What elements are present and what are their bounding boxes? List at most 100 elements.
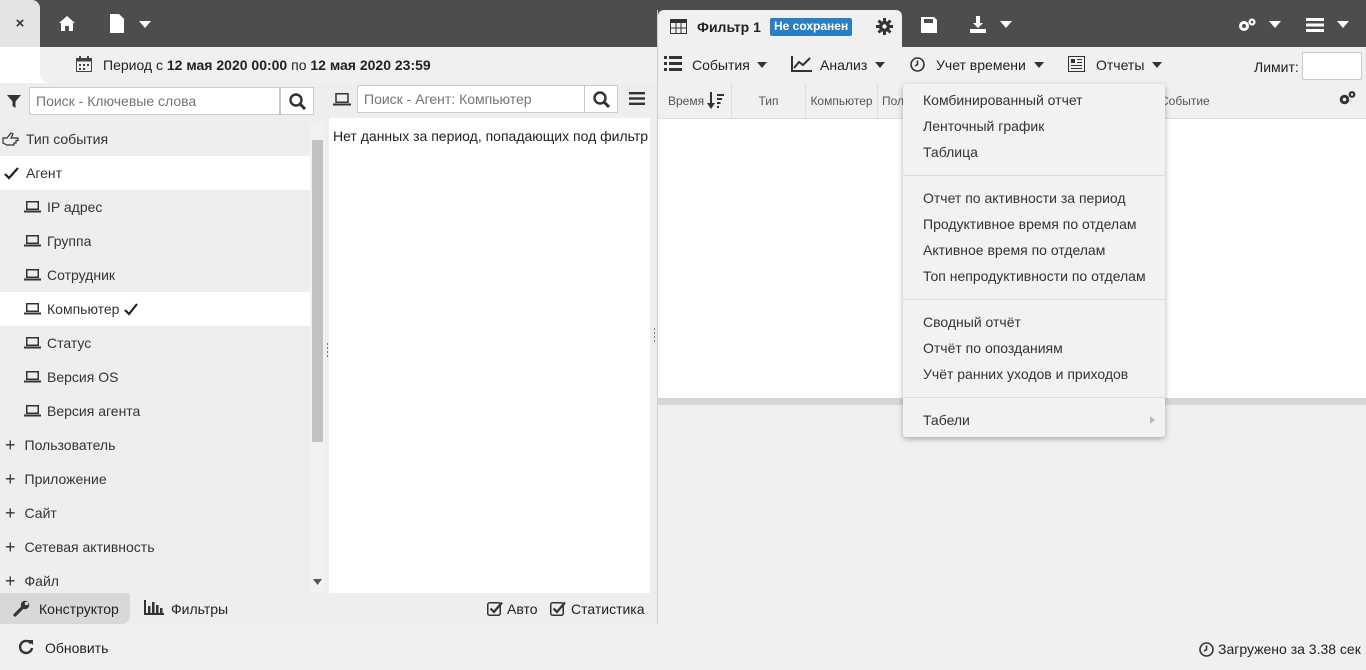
tree-item-event-type[interactable]: Тип события	[0, 122, 310, 156]
save-icon[interactable]	[921, 17, 937, 33]
laptop-icon	[24, 371, 41, 383]
tree-item-label: Сайт	[24, 505, 57, 521]
chevron-down-icon[interactable]	[875, 62, 885, 68]
tree-item-employee[interactable]: Сотрудник	[0, 258, 310, 292]
download-icon[interactable]	[969, 16, 987, 33]
filter-tree: Тип события Агент IP адрес Группа Сотруд…	[0, 122, 310, 592]
checkmark-icon	[4, 166, 19, 180]
refresh-icon[interactable]	[18, 639, 34, 655]
column-computer[interactable]: Компьютер	[806, 83, 878, 119]
tree-item-label: Статус	[47, 335, 92, 351]
menu-item-activity-report[interactable]: Отчет по активности за период	[923, 190, 1126, 206]
period-middle: по	[287, 57, 311, 73]
period-from: 12 мая 2020 00:00	[166, 57, 288, 73]
menu-item-combined-report[interactable]: Комбинированный отчет	[923, 92, 1083, 108]
tree-item-site[interactable]: + Сайт	[0, 496, 310, 530]
plus-icon: +	[5, 571, 16, 591]
tab-constructor[interactable]: Конструктор	[0, 593, 130, 624]
chevron-down-icon[interactable]	[757, 62, 767, 68]
auto-checkbox-icon[interactable]	[487, 601, 503, 616]
agent-search-button[interactable]	[584, 85, 618, 113]
menu-item-ribbon-chart[interactable]: Ленточный график	[923, 118, 1044, 134]
menu-item-summary-report[interactable]: Сводный отчёт	[923, 314, 1021, 330]
menu-divider	[903, 299, 1165, 300]
search-icon	[288, 92, 306, 110]
menu-item-early-leave[interactable]: Учёт ранних уходов и приходов	[923, 366, 1128, 382]
statistics-checkbox-label[interactable]: Статистика	[571, 601, 645, 617]
chevron-down-icon[interactable]	[1152, 62, 1162, 68]
settings-gears-icon[interactable]	[1237, 17, 1257, 33]
tree-scrollbar-thumb[interactable]	[312, 140, 323, 442]
laptop-icon	[24, 201, 41, 213]
details-panel	[658, 405, 1366, 624]
tree-item-group[interactable]: Группа	[0, 224, 310, 258]
tree-item-application[interactable]: + Приложение	[0, 462, 310, 496]
gear-icon[interactable]	[876, 18, 893, 35]
tab-filters[interactable]: Фильтры	[171, 601, 228, 617]
close-tab-button[interactable]: ×	[0, 0, 40, 47]
tree-item-user[interactable]: + Пользователь	[0, 428, 310, 462]
menu-item-table[interactable]: Таблица	[923, 144, 978, 160]
plus-icon: +	[5, 503, 16, 523]
events-menu-label[interactable]: События	[692, 57, 750, 73]
column-type[interactable]: Тип	[732, 83, 806, 119]
chevron-down-icon[interactable]	[139, 21, 151, 28]
tree-item-label: Сетевая активность	[24, 539, 155, 555]
keyword-search-input[interactable]	[29, 87, 280, 115]
agent-values-panel	[329, 118, 650, 593]
calendar-icon[interactable]	[76, 56, 92, 72]
limit-label: Лимит:	[1254, 59, 1299, 75]
chevron-down-icon[interactable]	[1000, 21, 1012, 28]
scroll-down-arrow-icon[interactable]	[313, 579, 322, 585]
menu-item-timesheets[interactable]: Табели	[923, 412, 970, 428]
splitter-handle-icon[interactable]	[653, 328, 656, 342]
tree-item-os-version[interactable]: Версия OS	[0, 360, 310, 394]
menu-item-productive-time[interactable]: Продуктивное время по отделам	[923, 216, 1137, 232]
load-time-status: Загружено за 3.38 сек	[1218, 641, 1361, 657]
new-file-icon[interactable]	[110, 14, 124, 33]
tree-item-label: Пользователь	[24, 437, 116, 453]
tree-item-computer[interactable]: Компьютер	[0, 292, 310, 326]
menu-divider	[903, 397, 1165, 398]
tree-item-file[interactable]: + Файл	[0, 564, 310, 592]
menu-item-active-time[interactable]: Активное время по отделам	[923, 242, 1105, 258]
column-time[interactable]: Время	[658, 83, 732, 119]
reports-dropdown-menu: Комбинированный отчет Ленточный график Т…	[903, 84, 1165, 437]
clock-icon	[910, 57, 925, 72]
refresh-button[interactable]: Обновить	[45, 640, 108, 656]
laptop-icon	[24, 337, 41, 349]
reports-menu-label[interactable]: Отчеты	[1096, 57, 1144, 73]
chevron-down-icon[interactable]	[1337, 21, 1349, 28]
tree-item-status[interactable]: Статус	[0, 326, 310, 360]
laptop-icon	[24, 235, 41, 247]
agent-search-input[interactable]	[357, 85, 585, 113]
tree-item-network-activity[interactable]: + Сетевая активность	[0, 530, 310, 564]
home-icon[interactable]	[58, 15, 76, 32]
column-event[interactable]: Событие	[1160, 83, 1220, 119]
tree-item-label: Компьютер	[47, 301, 120, 317]
limit-input[interactable]	[1302, 52, 1362, 80]
sort-desc-icon[interactable]	[707, 92, 725, 110]
submenu-arrow-icon	[1150, 416, 1155, 424]
hamburger-menu-icon[interactable]	[1306, 18, 1324, 32]
period-text[interactable]: Период с 12 мая 2020 00:00 по 12 мая 202…	[103, 57, 431, 73]
tree-item-ip-address[interactable]: IP адрес	[0, 190, 310, 224]
time-tracking-menu-label[interactable]: Учет времени	[936, 57, 1026, 73]
chevron-down-icon[interactable]	[1269, 21, 1281, 28]
statistics-checkbox-icon[interactable]	[550, 601, 566, 616]
tree-item-label: Группа	[47, 233, 92, 249]
tree-item-agent-version[interactable]: Версия агента	[0, 394, 310, 428]
auto-checkbox-label[interactable]: Авто	[507, 601, 538, 617]
tree-item-agent[interactable]: Агент	[0, 156, 310, 190]
menu-item-top-unproductive[interactable]: Топ непродуктивности по отделам	[923, 268, 1146, 284]
close-icon: ×	[15, 15, 25, 32]
analysis-menu-label[interactable]: Анализ	[820, 57, 867, 73]
chevron-down-icon[interactable]	[1034, 62, 1044, 68]
column-settings-gears-icon[interactable]	[1338, 90, 1357, 106]
keyword-search-button[interactable]	[280, 87, 314, 115]
tree-item-label: Версия агента	[47, 403, 141, 419]
checkmark-icon	[124, 302, 139, 316]
menu-item-lateness-report[interactable]: Отчёт по опозданиям	[923, 340, 1063, 356]
hamburger-menu-icon[interactable]	[629, 92, 645, 105]
column-label: Время	[668, 94, 705, 108]
